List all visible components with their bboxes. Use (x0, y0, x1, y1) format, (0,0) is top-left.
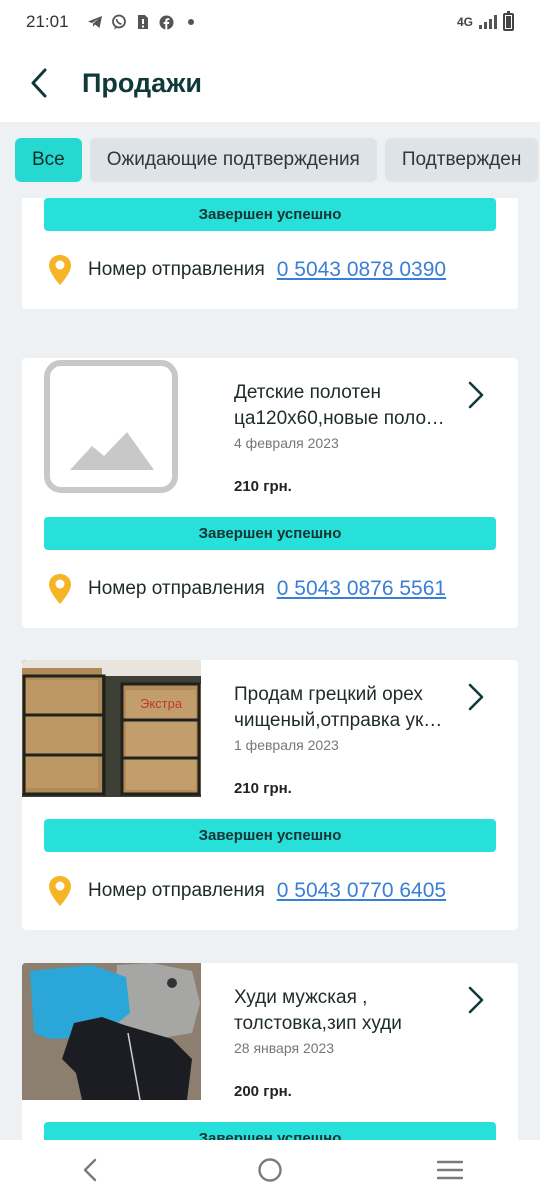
telegram-icon (87, 14, 103, 30)
item-title: Продам грецкий орех чищеный,отправка укр… (234, 682, 452, 734)
order-card[interactable]: Худи мужская , толстовка,зип худи 28 янв… (22, 963, 518, 1140)
item-title-line: Детские полотен (234, 382, 381, 403)
status-badge: Завершен успешно (44, 1122, 496, 1140)
home-nav-icon (258, 1158, 282, 1182)
tracking-number-link[interactable]: 0 5043 0770 6405 (277, 879, 446, 903)
item-title-line: ца120х60,новые полотенца (234, 408, 452, 429)
tracking-row: Номер отправления 0 5043 0876 5561 (22, 550, 518, 628)
tracking-number-link[interactable]: 0 5043 0876 5561 (277, 577, 446, 601)
item-title-line: Продам грецкий орех (234, 684, 423, 705)
tab-awaiting-confirmation[interactable]: Ожидающие подтверждения (89, 138, 377, 182)
item-price: 200 грн. (234, 1083, 292, 1100)
status-time: 21:01 (26, 12, 69, 31)
order-summary[interactable]: Худи мужская , толстовка,зип худи 28 янв… (22, 963, 518, 1100)
tracking-row: Номер отправления 0 5043 0770 6405 (22, 852, 518, 930)
sim-alert-icon (135, 14, 151, 30)
chevron-right-icon[interactable] (464, 985, 488, 1015)
dot-icon (183, 14, 199, 30)
item-title-line: чищеный,отправка укрпочтой (234, 710, 452, 731)
viber-icon (111, 14, 127, 30)
status-badge: Завершен успешно (44, 819, 496, 852)
tracking-label: Номер отправления (88, 880, 265, 901)
network-label: 4G (456, 15, 473, 29)
order-info: Детские полотен ца120х60,новые полотенца… (201, 358, 518, 495)
nav-home-button[interactable] (240, 1148, 300, 1192)
status-indicators: 4G (456, 11, 514, 31)
tracking-row: Номер отправления 0 5043 0878 0390 (22, 231, 518, 309)
item-title-line: Худи мужская , (234, 987, 368, 1008)
status-bar: 21:01 4G (0, 0, 540, 44)
tab-all[interactable]: Все (15, 138, 82, 182)
order-card[interactable]: Детские полотен ца120х60,новые полотенца… (22, 358, 518, 628)
image-overlay-text: Экстра (140, 696, 183, 711)
order-summary[interactable]: Детские полотен ца120х60,новые полотенца… (22, 358, 518, 495)
nav-back-button[interactable] (60, 1148, 120, 1192)
notification-icons (87, 14, 199, 30)
item-price: 210 грн. (234, 780, 292, 797)
page-title: Продажи (82, 67, 202, 98)
battery-icon (503, 11, 514, 31)
item-date: 1 февраля 2023 (234, 737, 339, 753)
nav-recents-button[interactable] (420, 1148, 480, 1192)
tracking-number-link[interactable]: 0 5043 0878 0390 (277, 258, 446, 282)
hoodies-photo (22, 963, 201, 1100)
status-badge: Завершен успешно (44, 517, 496, 550)
order-card: Завершен успешно Номер отправления 0 504… (22, 198, 518, 309)
item-date: 28 января 2023 (234, 1040, 335, 1056)
item-date: 4 февраля 2023 (234, 435, 339, 451)
location-pin-icon (49, 255, 71, 285)
item-title: Детские полотен ца120х60,новые полотенца (234, 380, 452, 432)
order-card[interactable]: Экстра Продам грецкий орех чищеный,отпра… (22, 660, 518, 930)
order-info: Продам грецкий орех чищеный,отправка укр… (201, 660, 518, 797)
tracking-label: Номер отправления (88, 259, 265, 280)
placeholder-image-icon (22, 358, 201, 495)
order-summary[interactable]: Экстра Продам грецкий орех чищеный,отпра… (22, 660, 518, 797)
facebook-icon (159, 14, 175, 30)
back-nav-icon (83, 1158, 97, 1182)
system-nav-bar (0, 1140, 540, 1200)
tracking-label: Номер отправления (88, 578, 265, 599)
recents-nav-icon (437, 1160, 463, 1180)
location-pin-icon (49, 876, 71, 906)
chevron-right-icon[interactable] (464, 682, 488, 712)
item-title: Худи мужская , толстовка,зип худи (234, 985, 452, 1037)
order-info: Худи мужская , толстовка,зип худи 28 янв… (201, 963, 518, 1100)
item-price: 210 грн. (234, 478, 292, 495)
filter-tabs: Все Ожидающие подтверждения Подтвержден (0, 122, 540, 198)
chevron-left-icon (31, 68, 47, 98)
walnuts-photo: Экстра (22, 660, 201, 797)
app-header: Продажи (0, 44, 540, 122)
item-title-line: толстовка,зип худи (234, 1013, 402, 1034)
orders-list[interactable]: Завершен успешно Номер отправления 0 504… (0, 198, 540, 1140)
chevron-right-icon[interactable] (464, 380, 488, 410)
signal-icon (479, 15, 497, 29)
back-button[interactable] (4, 44, 74, 122)
tab-confirmed[interactable]: Подтвержден (384, 138, 539, 182)
location-pin-icon (49, 574, 71, 604)
status-badge: Завершен успешно (44, 198, 496, 231)
